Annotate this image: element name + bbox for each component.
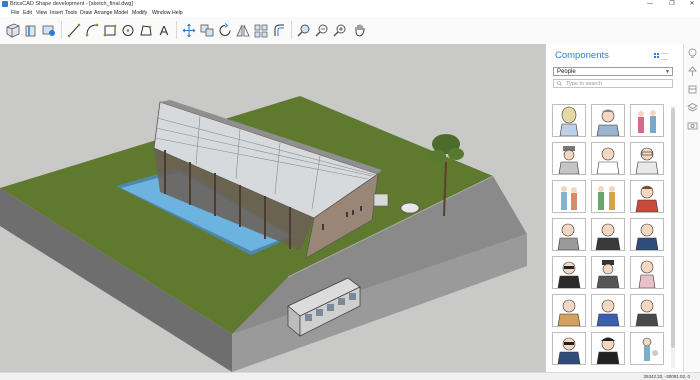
menu-help[interactable]: Help bbox=[172, 9, 183, 17]
menu-modify[interactable]: Modify bbox=[132, 9, 147, 17]
arc-icon[interactable] bbox=[84, 21, 100, 39]
search-placeholder: Type to search bbox=[566, 81, 603, 87]
panel-title: Components bbox=[555, 50, 609, 61]
offset-icon[interactable] bbox=[271, 21, 287, 39]
move-icon[interactable] bbox=[181, 21, 197, 39]
pan-icon[interactable] bbox=[352, 21, 368, 39]
array-icon[interactable] bbox=[253, 21, 269, 39]
app-logo-icon bbox=[2, 1, 8, 7]
component-thumbnail[interactable] bbox=[552, 104, 586, 137]
component-thumbnail[interactable] bbox=[630, 256, 664, 289]
camera-icon[interactable] bbox=[687, 120, 698, 131]
text-icon[interactable]: A bbox=[156, 21, 172, 39]
component-thumbnail[interactable] bbox=[552, 256, 586, 289]
component-thumbnail[interactable] bbox=[552, 142, 586, 175]
component-thumbnail[interactable] bbox=[630, 142, 664, 175]
category-select-value: People bbox=[557, 69, 576, 75]
rectangle-icon[interactable] bbox=[102, 21, 118, 39]
component-thumbnail[interactable] bbox=[591, 256, 625, 289]
menu-edit[interactable]: Edit bbox=[23, 9, 32, 17]
menu-window[interactable]: Window bbox=[152, 9, 170, 17]
zoom-window-icon[interactable] bbox=[296, 21, 312, 39]
list-view-icon[interactable] bbox=[661, 53, 668, 60]
wall-icon[interactable] bbox=[5, 21, 21, 39]
menu-tools[interactable]: Tools bbox=[65, 9, 77, 17]
component-thumbnail[interactable] bbox=[630, 294, 664, 327]
bus-shelter bbox=[373, 193, 389, 207]
mirror-icon[interactable] bbox=[235, 21, 251, 39]
component-grid bbox=[552, 104, 665, 366]
lamp-icon[interactable] bbox=[687, 66, 698, 77]
component-thumbnail[interactable] bbox=[630, 104, 664, 137]
minimize-button[interactable]: — bbox=[640, 0, 660, 9]
component-thumbnail[interactable] bbox=[591, 142, 625, 175]
component-thumbnail[interactable] bbox=[591, 332, 625, 365]
layers-icon[interactable] bbox=[687, 102, 698, 113]
component-thumbnail[interactable] bbox=[591, 180, 625, 213]
components-panel: Components People ▼ Type to search bbox=[545, 44, 683, 372]
component-thumbnail[interactable] bbox=[591, 218, 625, 251]
main-toolbar: A bbox=[0, 17, 700, 45]
component-thumbnail[interactable] bbox=[630, 218, 664, 251]
library-icon[interactable] bbox=[687, 84, 698, 95]
circle-icon[interactable] bbox=[120, 21, 136, 39]
line-icon[interactable] bbox=[66, 21, 82, 39]
polyline-icon[interactable] bbox=[138, 21, 154, 39]
search-input[interactable]: Type to search bbox=[553, 79, 673, 88]
title-bar: BricsCAD Shape development - [sketch_fin… bbox=[0, 0, 700, 9]
zoom-in-icon[interactable] bbox=[332, 21, 348, 39]
menu-insert[interactable]: Insert bbox=[50, 9, 63, 17]
component-thumbnail[interactable] bbox=[552, 294, 586, 327]
component-thumbnail[interactable] bbox=[552, 332, 586, 365]
menu-bar: File Edit View Insert Tools Draw Arrange… bbox=[0, 9, 700, 17]
close-button[interactable]: ✕ bbox=[682, 0, 700, 9]
svg-text:A: A bbox=[160, 23, 169, 38]
scrollbar-thumb[interactable] bbox=[671, 108, 675, 348]
component-thumbnail[interactable] bbox=[630, 180, 664, 213]
zoom-out-icon[interactable] bbox=[314, 21, 330, 39]
right-sidebar bbox=[683, 44, 700, 372]
window-title: BricsCAD Shape development - [sketch_fin… bbox=[10, 1, 133, 7]
model-viewport[interactable] bbox=[0, 44, 545, 372]
search-icon bbox=[557, 81, 562, 86]
category-select[interactable]: People ▼ bbox=[553, 67, 673, 76]
maximize-button[interactable]: ❐ bbox=[662, 0, 682, 9]
component-thumbnail[interactable] bbox=[591, 104, 625, 137]
copy-icon[interactable] bbox=[199, 21, 215, 39]
panel-scrollbar[interactable] bbox=[671, 106, 675, 368]
menu-file[interactable]: File bbox=[11, 9, 19, 17]
door-icon[interactable] bbox=[23, 21, 39, 39]
chevron-down-icon: ▼ bbox=[665, 69, 670, 75]
menu-arrange[interactable]: Arrange bbox=[94, 9, 112, 17]
car bbox=[400, 202, 420, 214]
grid-view-icon[interactable] bbox=[654, 53, 659, 58]
component-thumbnail[interactable] bbox=[552, 218, 586, 251]
component-thumbnail[interactable] bbox=[552, 180, 586, 213]
menu-model[interactable]: Model bbox=[114, 9, 128, 17]
component-thumbnail[interactable] bbox=[630, 332, 664, 365]
component-thumbnail[interactable] bbox=[591, 294, 625, 327]
lightbulb-icon[interactable] bbox=[687, 48, 698, 59]
rotate-icon[interactable] bbox=[217, 21, 233, 39]
window-tool-icon[interactable] bbox=[41, 21, 57, 39]
menu-view[interactable]: View bbox=[36, 9, 47, 17]
menu-draw[interactable]: Draw bbox=[80, 9, 92, 17]
